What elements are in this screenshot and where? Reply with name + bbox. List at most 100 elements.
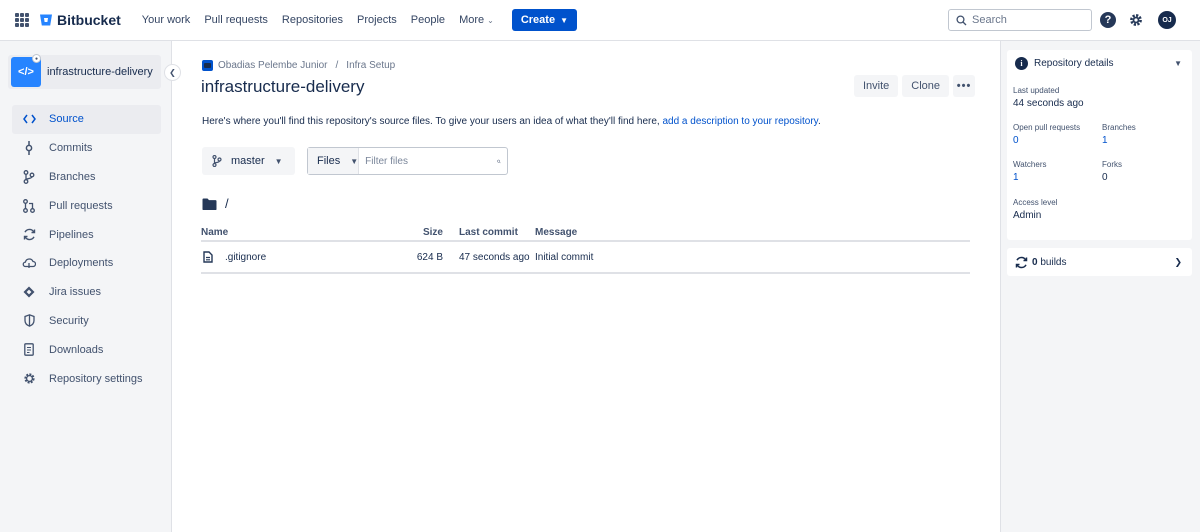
table-row[interactable]: .gitignore 624 B 47 seconds ago Initial … <box>201 242 970 274</box>
breadcrumb: Obadias Pelembe Junior / Infra Setup <box>202 60 395 71</box>
file-commit-message[interactable]: Initial commit <box>535 252 593 263</box>
nav-pull-requests[interactable]: Pull requests <box>204 14 268 26</box>
filter-mode-select[interactable]: Files ▼ <box>308 148 360 174</box>
detail-label: Forks <box>1102 160 1122 169</box>
code-icon <box>22 112 36 126</box>
more-actions-icon[interactable]: ••• <box>953 75 976 97</box>
search-icon <box>956 14 967 25</box>
chevron-right-icon[interactable]: ❯ <box>1174 257 1182 268</box>
create-button[interactable]: Create ▼ <box>511 9 577 31</box>
clone-button[interactable]: Clone <box>902 75 950 97</box>
filter-files-input[interactable] <box>359 148 498 174</box>
chevron-down-icon: ▼ <box>560 15 568 25</box>
sidebar-item-label: Jira issues <box>49 286 101 299</box>
file-filter: Files ▼ <box>307 147 508 175</box>
sidebar-item-pipelines[interactable]: Pipelines <box>12 220 161 249</box>
sidebar-item-downloads[interactable]: Downloads <box>12 335 161 364</box>
open-prs-link[interactable]: 0 <box>1013 135 1080 146</box>
detail-label: Access level <box>1013 198 1058 207</box>
top-navigation: Bitbucket Your work Pull requests Reposi… <box>0 0 1200 41</box>
sidebar-item-jira-issues[interactable]: Jira issues <box>12 278 161 307</box>
column-last-commit[interactable]: Last commit <box>443 227 535 238</box>
builds-count: 0 <box>1032 256 1038 268</box>
sidebar-item-pull-requests[interactable]: Pull requests <box>12 191 161 220</box>
sidebar-item-label: Pipelines <box>49 228 94 241</box>
page-title: infrastructure-delivery <box>201 77 365 96</box>
detail-last-updated: Last updated 44 seconds ago <box>1013 86 1084 109</box>
sidebar-item-label: Pull requests <box>49 199 113 212</box>
sidebar-item-commits[interactable]: Commits <box>12 134 161 163</box>
builds-card[interactable]: 0 builds ❯ <box>1007 248 1192 276</box>
detail-label: Last updated <box>1013 86 1060 95</box>
details-title: Repository details <box>1034 57 1114 69</box>
branch-selector[interactable]: master ▼ <box>202 147 295 175</box>
file-name[interactable]: .gitignore <box>225 252 266 263</box>
detail-label: Branches <box>1102 123 1136 132</box>
filter-mode-label: Files <box>317 155 341 167</box>
info-icon: i <box>1015 56 1028 70</box>
file-name-cell[interactable]: .gitignore <box>201 251 411 263</box>
commit-icon <box>22 141 36 156</box>
column-size[interactable]: Size <box>411 227 443 238</box>
collapse-sidebar-button[interactable]: ❮ <box>164 64 181 81</box>
user-avatar[interactable]: OJ <box>1158 11 1176 29</box>
sidebar-item-branches[interactable]: Branches <box>12 163 161 192</box>
chevron-down-icon[interactable]: ▼ <box>1174 59 1182 68</box>
sidebar-item-repository-settings[interactable]: Repository settings <box>12 364 161 393</box>
column-message[interactable]: Message <box>535 227 577 238</box>
sidebar-item-security[interactable]: Security <box>12 307 161 336</box>
question-icon[interactable]: ? <box>1100 12 1116 28</box>
sidebar-repo-header[interactable]: </> ● infrastructure-delivery <box>8 54 161 89</box>
nav-your-work[interactable]: Your work <box>142 14 191 26</box>
repository-details-card: i Repository details ▼ Last updated 44 s… <box>1007 50 1192 240</box>
chevron-down-icon: ▼ <box>350 156 359 166</box>
nav-repositories[interactable]: Repositories <box>282 14 343 26</box>
file-last-commit: 47 seconds ago <box>459 251 530 263</box>
breadcrumb-project[interactable]: Infra Setup <box>346 60 395 71</box>
detail-watchers: Watchers 1 <box>1013 160 1047 183</box>
detail-value: Admin <box>1013 210 1042 221</box>
column-name[interactable]: Name <box>201 227 411 238</box>
gear-icon[interactable] <box>1128 12 1144 28</box>
bitbucket-logo[interactable]: Bitbucket <box>39 12 121 28</box>
branch-name: master <box>231 155 265 167</box>
sidebar-item-source[interactable]: Source <box>12 105 161 134</box>
watchers-link[interactable]: 1 <box>1013 172 1047 183</box>
gear-icon <box>22 372 36 386</box>
sidebar-item-label: Branches <box>49 170 96 183</box>
code-icon: </> <box>18 66 34 78</box>
app-switcher-icon[interactable] <box>15 13 29 27</box>
bitbucket-icon <box>40 14 52 26</box>
product-name: Bitbucket <box>57 12 121 28</box>
search-input[interactable]: Search <box>948 9 1092 31</box>
repository-details-header[interactable]: i Repository details ▼ <box>1007 50 1192 76</box>
nav-projects[interactable]: Projects <box>357 14 397 26</box>
nav-people[interactable]: People <box>411 14 445 26</box>
cloud-icon <box>22 256 36 270</box>
sidebar-item-deployments[interactable]: Deployments <box>12 249 161 278</box>
pull-request-icon <box>22 198 36 213</box>
repo-avatar: </> ● <box>11 54 41 87</box>
sidebar-item-label: Security <box>49 314 89 327</box>
current-path: / <box>202 196 229 211</box>
search-icon[interactable] <box>497 156 501 167</box>
branch-icon <box>22 170 36 184</box>
project-icon <box>202 60 213 71</box>
invite-button[interactable]: Invite <box>854 75 899 97</box>
detail-value: 44 seconds ago <box>1013 98 1084 109</box>
chevron-down-icon: ▼ <box>274 156 283 166</box>
breadcrumb-separator: / <box>335 60 339 71</box>
path-text[interactable]: / <box>225 196 229 211</box>
branches-link[interactable]: 1 <box>1102 135 1136 146</box>
breadcrumb-workspace[interactable]: Obadias Pelembe Junior <box>218 60 328 71</box>
add-description-link[interactable]: add a description to your repository <box>662 116 817 127</box>
description-end: . <box>817 116 821 127</box>
file-size: 624 B <box>416 251 443 263</box>
detail-branches: Branches 1 <box>1102 123 1136 146</box>
sidebar: </> ● infrastructure-delivery ❮ Source C… <box>0 41 181 532</box>
builds-label: builds <box>1040 256 1067 268</box>
nav-more[interactable]: More ⌄ <box>459 14 494 26</box>
sidebar-item-label: Repository settings <box>49 372 143 385</box>
branch-icon <box>212 155 222 167</box>
source-table: Name Size Last commit Message .gitignore… <box>201 224 970 274</box>
